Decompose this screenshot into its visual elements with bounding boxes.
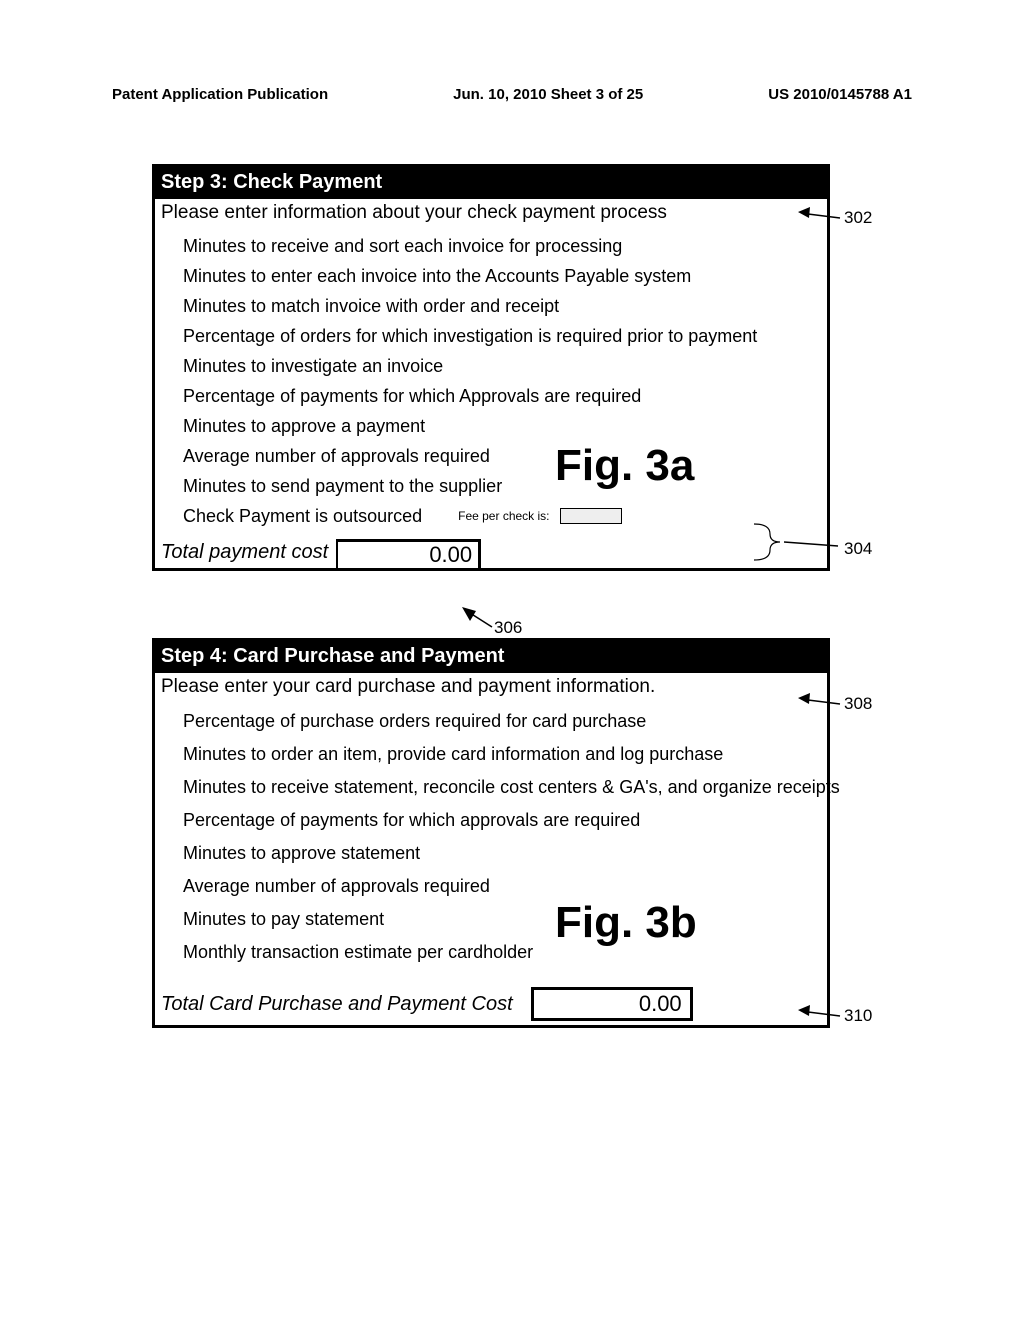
list-item: Minutes to investigate an invoice — [183, 351, 821, 381]
arrow-icon — [798, 690, 842, 710]
list-item: Minutes to match invoice with order and … — [183, 291, 821, 321]
outsourced-label: Check Payment is outsourced — [183, 501, 422, 531]
list-item: Average number of approvals required — [183, 870, 821, 903]
panel1-lead: Please enter information about your chec… — [155, 199, 827, 228]
list-item: Minutes to enter each invoice into the A… — [183, 261, 821, 291]
panel2-total-row: Total Card Purchase and Payment Cost 0.0… — [155, 971, 827, 1025]
figure-label-3b: Fig. 3b — [555, 898, 697, 948]
list-item: Percentage of payments for which Approva… — [183, 381, 821, 411]
panel1-total-row: Total payment cost 0.00 — [155, 539, 827, 568]
list-item: Minutes to pay statement — [183, 903, 821, 936]
total-payment-cost-label: Total payment cost — [155, 539, 334, 568]
callout-308: 308 — [844, 694, 872, 714]
arrow-icon — [798, 1002, 842, 1022]
callout-304: 304 — [844, 539, 872, 559]
list-item: Minutes to receive and sort each invoice… — [183, 231, 821, 261]
panel2-items: Percentage of purchase orders required f… — [155, 702, 827, 969]
list-item: Minutes to receive statement, reconcile … — [183, 771, 821, 804]
panel2-title: Step 4: Card Purchase and Payment — [155, 641, 827, 673]
list-item: Minutes to send payment to the supplier — [183, 471, 821, 501]
panel1-items: Minutes to receive and sort each invoice… — [155, 228, 827, 531]
list-item: Percentage of orders for which investiga… — [183, 321, 821, 351]
header-left: Patent Application Publication — [112, 86, 328, 103]
brace-icon — [752, 522, 782, 567]
panel1-title: Step 3: Check Payment — [155, 167, 827, 199]
total-card-cost-label: Total Card Purchase and Payment Cost — [161, 993, 513, 1016]
arrow-icon — [460, 607, 494, 631]
panel-check-payment: Step 3: Check Payment Please enter infor… — [152, 164, 830, 571]
header-center: Jun. 10, 2010 Sheet 3 of 25 — [453, 86, 643, 103]
total-card-cost-value: 0.00 — [531, 987, 693, 1021]
callout-302: 302 — [844, 208, 872, 228]
callout-306: 306 — [494, 618, 522, 638]
list-item: Monthly transaction estimate per cardhol… — [183, 936, 821, 969]
list-item: Percentage of purchase orders required f… — [183, 705, 821, 738]
callout-310: 310 — [844, 1006, 872, 1026]
figure-label-3a: Fig. 3a — [555, 441, 694, 491]
panel-card-purchase: Step 4: Card Purchase and Payment Please… — [152, 638, 830, 1028]
header-right: US 2010/0145788 A1 — [768, 86, 912, 103]
list-item: Minutes to approve a payment — [183, 411, 821, 441]
total-payment-cost-value: 0.00 — [336, 539, 481, 568]
list-item: Average number of approvals required — [183, 441, 821, 471]
list-item: Percentage of payments for which approva… — [183, 804, 821, 837]
panel2-lead: Please enter your card purchase and paym… — [155, 673, 827, 702]
arrow-icon — [784, 532, 842, 552]
list-item: Minutes to approve statement — [183, 837, 821, 870]
page-header: Patent Application Publication Jun. 10, … — [112, 86, 912, 103]
outsourced-row: Check Payment is outsourced Fee per chec… — [183, 501, 821, 531]
fee-per-check-input[interactable] — [560, 508, 622, 524]
arrow-icon — [798, 204, 842, 224]
fee-per-check-label: Fee per check is: — [458, 501, 549, 531]
list-item: Minutes to order an item, provide card i… — [183, 738, 821, 771]
